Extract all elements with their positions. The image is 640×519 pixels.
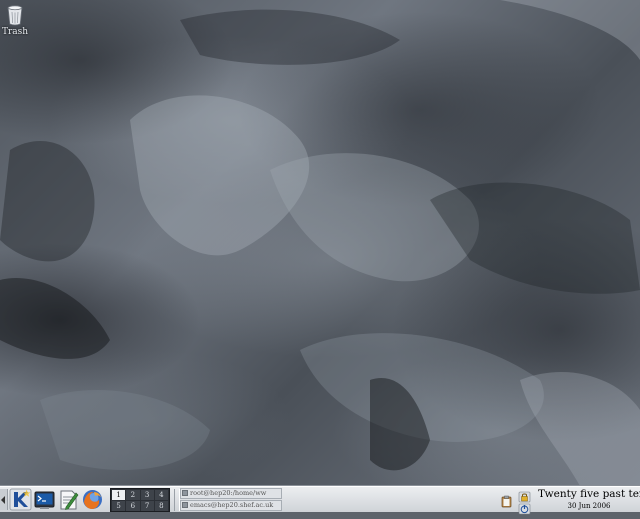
emacs-icon bbox=[182, 502, 188, 508]
pager-desktop-1[interactable]: 1 bbox=[112, 490, 126, 500]
pager-desktop-8[interactable]: 8 bbox=[154, 501, 168, 511]
trash-icon bbox=[7, 5, 23, 26]
kde-menu-icon bbox=[9, 488, 32, 511]
terminal-icon bbox=[182, 490, 188, 496]
desktop-wallpaper bbox=[0, 0, 640, 486]
pager-desktop-4[interactable]: 4 bbox=[154, 490, 168, 500]
terminal-icon bbox=[34, 491, 55, 509]
task-list: root@hep20:/home/ww emacs@hep20.shef.ac.… bbox=[180, 488, 282, 512]
pager-desktop-5[interactable]: 5 bbox=[112, 501, 126, 511]
clock-date: 30 Jun 2006 bbox=[567, 502, 611, 510]
pager-desktop-2[interactable]: 2 bbox=[126, 490, 140, 500]
task-button-terminal[interactable]: root@hep20:/home/ww bbox=[180, 488, 282, 499]
desktop-icon-label: Trash bbox=[2, 27, 29, 37]
kde-menu-button[interactable] bbox=[9, 488, 32, 511]
clock[interactable]: Twenty five past ten 30 Jun 2006 bbox=[538, 488, 640, 512]
desktop-pager: 1 2 3 4 5 6 7 8 bbox=[110, 488, 170, 512]
panel-hide-button[interactable] bbox=[0, 489, 8, 510]
task-title: root@hep20:/home/ww bbox=[190, 489, 267, 497]
clock-time: Twenty five past ten bbox=[538, 488, 640, 500]
pager-desktop-3[interactable]: 3 bbox=[140, 490, 154, 500]
wallpaper-swirls bbox=[0, 0, 640, 486]
text-editor-launcher[interactable] bbox=[57, 488, 80, 511]
logout-icon bbox=[518, 503, 531, 515]
task-title: emacs@hep20.shef.ac.uk bbox=[190, 501, 274, 509]
pager-desktop-6[interactable]: 6 bbox=[126, 501, 140, 511]
terminal-launcher[interactable] bbox=[33, 488, 56, 511]
firefox-launcher[interactable] bbox=[81, 488, 104, 511]
logout-button[interactable] bbox=[518, 500, 531, 515]
taskbar: 1 2 3 4 5 6 7 8 root@hep20:/home/ww emac… bbox=[0, 486, 640, 515]
clipboard-tray-button[interactable] bbox=[500, 493, 513, 508]
text-editor-icon bbox=[60, 490, 79, 510]
desktop-icon-trash[interactable]: Trash bbox=[2, 4, 28, 37]
clipboard-icon bbox=[501, 495, 512, 508]
firefox-icon bbox=[83, 490, 102, 509]
pager-desktop-7[interactable]: 7 bbox=[140, 501, 154, 511]
task-button-emacs[interactable]: emacs@hep20.shef.ac.uk bbox=[180, 500, 282, 511]
arrow-left-icon bbox=[1, 496, 5, 504]
lock-screen-button[interactable] bbox=[518, 488, 531, 503]
